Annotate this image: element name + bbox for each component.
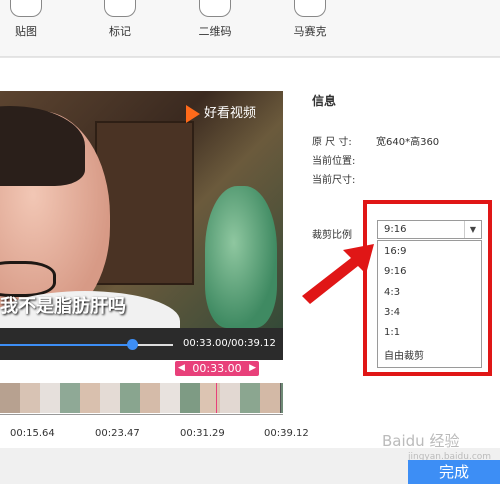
timeline-frame — [40, 383, 61, 413]
time-readout: 00:33.00/00:39.12 — [183, 338, 276, 349]
play-logo-icon — [186, 104, 200, 123]
timeline-strip[interactable] — [0, 383, 283, 413]
timeline-frame — [100, 383, 121, 413]
pointer-arrow-icon — [302, 244, 374, 304]
timeline-frame — [120, 383, 141, 413]
original-size-value: 宽640*高360 — [376, 137, 440, 148]
timeline-frame — [260, 383, 281, 413]
timeline-cursor-label[interactable]: ◀ 00:33.00 ▶ — [175, 361, 259, 376]
timeline-frame — [60, 383, 81, 413]
timeline-frame — [180, 383, 201, 413]
timeline-frame — [140, 383, 161, 413]
progress-knob[interactable] — [127, 339, 138, 350]
tick-label: 00:39.12 — [264, 428, 309, 439]
video-subtitle: 我不是脂肪肝吗 — [0, 296, 126, 317]
logo-text: 好看视频 — [204, 106, 257, 121]
info-title: 信息 — [312, 94, 337, 108]
sticker-label: 贴图 — [15, 25, 37, 38]
video-logo: 好看视频 — [186, 102, 276, 124]
tick-label: 00:31.29 — [180, 428, 225, 439]
timeline-frame — [220, 383, 241, 413]
sticker-icon — [10, 0, 42, 17]
timeline-playhead[interactable] — [216, 383, 217, 413]
person-hair — [0, 106, 85, 186]
mosaic-tool[interactable]: 马赛克 — [280, 0, 340, 39]
timeline-ruler — [0, 414, 283, 423]
baidu-watermark: Baidu 经验 — [382, 432, 460, 450]
person-face — [0, 106, 110, 321]
mosaic-icon — [294, 0, 326, 17]
timeline-frame — [20, 383, 41, 413]
timeline-frame — [240, 383, 261, 413]
timeline-frame — [0, 383, 21, 413]
current-position-label: 当前位置: — [312, 156, 356, 167]
done-button[interactable]: 完成 — [408, 460, 500, 484]
toolbar: 贴图 标记 二维码 马赛克 — [0, 0, 500, 57]
progress-fill — [0, 344, 132, 346]
original-size-label: 原 尺 寸: — [312, 137, 352, 148]
cursor-left-arrow-icon[interactable]: ◀ — [178, 361, 185, 376]
toolbar-divider — [0, 57, 500, 58]
mosaic-label: 马赛克 — [293, 25, 327, 38]
tick-label: 00:23.47 — [95, 428, 140, 439]
timeline-frame — [80, 383, 101, 413]
mark-label: 标记 — [109, 25, 131, 38]
qrcode-tool[interactable]: 二维码 — [185, 0, 245, 39]
timeline-frame — [200, 383, 221, 413]
background-cabinet — [95, 121, 194, 285]
current-size-label: 当前尺寸: — [312, 175, 356, 186]
mark-tool[interactable]: 标记 — [90, 0, 150, 39]
mark-icon — [104, 0, 136, 17]
tick-label: 00:15.64 — [10, 428, 55, 439]
timeline-frame — [160, 383, 181, 413]
qrcode-label: 二维码 — [198, 25, 232, 38]
sticker-tool[interactable]: 贴图 — [0, 0, 56, 39]
background-vase — [205, 186, 277, 328]
cursor-right-arrow-icon[interactable]: ▶ — [249, 361, 256, 376]
qrcode-icon — [199, 0, 231, 17]
cursor-time: 00:33.00 — [192, 362, 242, 375]
